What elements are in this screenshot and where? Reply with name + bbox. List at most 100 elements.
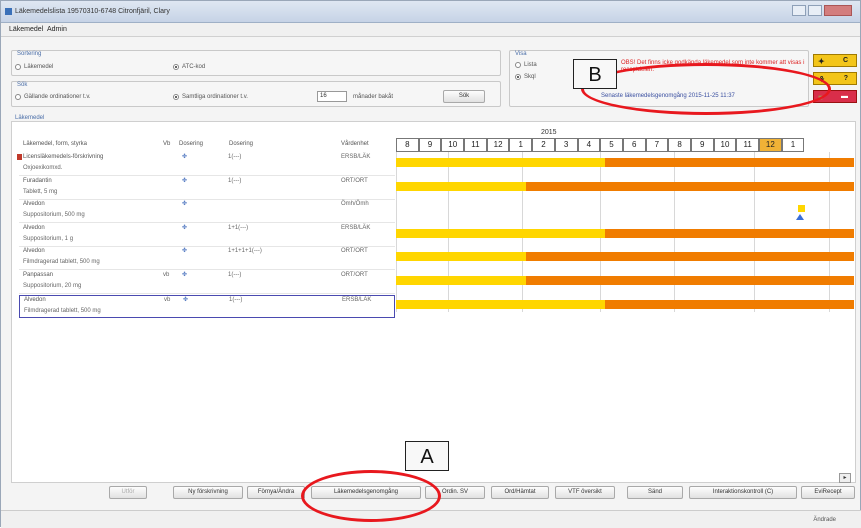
radio-lakemedel-label: Läkemedel bbox=[24, 64, 54, 70]
month-2: 10 bbox=[441, 138, 465, 152]
toolbar-button-7[interactable]: Sänd bbox=[627, 486, 683, 499]
callout-ellipse-a bbox=[301, 470, 441, 522]
prescription-bar-past[interactable] bbox=[396, 299, 606, 309]
timeline-track[interactable] bbox=[396, 299, 854, 309]
info-icon[interactable]: ✤ bbox=[183, 296, 188, 303]
medication-name: Alvedon bbox=[23, 248, 45, 255]
month-1: 9 bbox=[418, 138, 442, 152]
prescription-bar-current[interactable] bbox=[525, 252, 854, 262]
timeline-marker bbox=[798, 205, 805, 212]
prescription-bar-past[interactable] bbox=[396, 181, 526, 191]
prescription-bar-current[interactable] bbox=[605, 299, 854, 309]
medication-name: Licensläkemedels-förskrivning bbox=[23, 154, 104, 160]
col-header-dosering-2[interactable]: Dosering bbox=[229, 141, 253, 147]
medication-form: Filmdragerad tablett, 500 mg bbox=[23, 259, 100, 266]
info-icon[interactable]: ✤ bbox=[182, 247, 187, 254]
medication-name: Alvedon bbox=[23, 201, 45, 208]
prescription-bar-past[interactable] bbox=[396, 252, 526, 262]
info-icon[interactable]: ✤ bbox=[182, 153, 187, 160]
timeline-track[interactable] bbox=[396, 252, 854, 262]
medication-vb: vb bbox=[163, 272, 170, 278]
prescription-bar-current[interactable] bbox=[605, 228, 854, 238]
scroll-right-button[interactable]: ▸ bbox=[839, 473, 851, 483]
info-icon[interactable]: ✤ bbox=[182, 200, 187, 207]
callout-b: B bbox=[573, 59, 617, 89]
toolbar-button-8[interactable]: Interaktionskontroll (C) bbox=[689, 486, 797, 499]
medication-dose: 1(---) bbox=[228, 177, 242, 184]
timeline-track[interactable] bbox=[396, 181, 854, 191]
maximize-button[interactable] bbox=[808, 5, 822, 16]
month-14: 10 bbox=[713, 138, 737, 152]
sortering-group bbox=[11, 50, 501, 76]
sortering-label: Sortering bbox=[17, 51, 42, 57]
toolbar-button-1[interactable]: Ny förskrivning bbox=[173, 486, 243, 499]
radio-gallande-label: Gällande ordinationer t.v. bbox=[24, 94, 91, 100]
timeline-track[interactable] bbox=[396, 276, 854, 285]
menu-admin[interactable]: Admin bbox=[47, 26, 67, 33]
toolbar-button-9[interactable]: EviRecept bbox=[801, 486, 855, 499]
medication-row[interactable]: Alvedon Suppositorium, 500 mg Ömh/Ömh ✤ bbox=[19, 200, 395, 224]
months-back-input[interactable]: 16 bbox=[317, 91, 347, 102]
callout-a: A bbox=[405, 441, 449, 471]
title-bar: Läkemedelslista 19570310-6748 Citronfjär… bbox=[1, 1, 860, 23]
pills-icon: ✦ bbox=[818, 57, 825, 66]
prescription-bar-current[interactable] bbox=[525, 276, 854, 285]
prescription-bar-current[interactable] bbox=[605, 158, 854, 167]
months-back-label: månader bakåt bbox=[353, 94, 394, 100]
prescription-bar-past[interactable] bbox=[396, 158, 606, 167]
medication-name: Panpassan bbox=[23, 272, 54, 278]
info-icon[interactable]: ✤ bbox=[182, 177, 187, 184]
radio-skql[interactable] bbox=[515, 74, 521, 80]
radio-lakemedel[interactable] bbox=[15, 64, 21, 70]
medication-form: Suppositorium, 1 g bbox=[23, 235, 74, 242]
medication-row[interactable]: Panpassan Suppositorium, 20 mg vb 1(---) ORT… bbox=[19, 271, 395, 294]
medication-form: Suppositorium, 500 mg bbox=[23, 212, 85, 219]
medication-dose: 1+1+1+1(---) bbox=[228, 248, 262, 255]
prescription-bar-past[interactable] bbox=[396, 228, 606, 238]
radio-lista[interactable] bbox=[515, 62, 521, 68]
month-9: 5 bbox=[600, 138, 623, 152]
medication-row[interactable]: Alvedon Suppositorium, 1 g 1+1(---) ERSB/LÄ… bbox=[19, 224, 395, 247]
prescription-bar-past[interactable] bbox=[396, 276, 526, 285]
callout-ellipse-b bbox=[581, 63, 831, 115]
menu-bar: Läkemedel Admin bbox=[1, 23, 860, 37]
col-header-medication[interactable]: Läkemedel, form, styrka bbox=[23, 141, 87, 147]
medication-unit: ORT/ORT bbox=[341, 248, 368, 255]
radio-gallande[interactable] bbox=[15, 94, 21, 100]
medication-row[interactable]: Furadantin Tablett, 5 mg 1(---) ORT/ORT ✤ bbox=[19, 177, 395, 200]
medication-name: Alvedon bbox=[23, 224, 45, 231]
medication-row[interactable]: Alvedon Filmdragerad tablett, 500 mg vb 1(-… bbox=[19, 294, 395, 318]
month-10: 6 bbox=[622, 138, 646, 152]
radio-atc-kod-label: ATC-kod bbox=[182, 64, 206, 70]
month-3: 11 bbox=[464, 138, 487, 152]
app-icon bbox=[5, 8, 12, 15]
radio-samtliga[interactable] bbox=[173, 94, 179, 100]
medication-form: Suppositorium, 20 mg bbox=[23, 283, 82, 289]
month-16: 12 bbox=[759, 138, 782, 152]
menu-lakemedel[interactable]: Läkemedel bbox=[9, 26, 43, 33]
medication-unit: ORT/ORT bbox=[341, 272, 368, 278]
month-0: 8 bbox=[396, 138, 419, 152]
col-header-dosering-1[interactable]: Dosering bbox=[179, 141, 203, 147]
prescription-bar-current[interactable] bbox=[525, 181, 854, 191]
toolbar-button-6[interactable]: VTF översikt bbox=[555, 486, 615, 499]
month-7: 3 bbox=[554, 138, 578, 152]
medication-row[interactable]: Licensläkemedels-förskrivning Oxjoexikomx… bbox=[17, 153, 395, 176]
pills-button[interactable]: ✦ C bbox=[813, 54, 857, 67]
info-icon[interactable]: ✤ bbox=[182, 271, 187, 278]
col-header-vardenhet[interactable]: Vårdenhet bbox=[341, 141, 369, 147]
medication-row[interactable]: Alvedon Filmdragerad tablett, 500 mg 1+1+1… bbox=[19, 247, 395, 271]
search-button[interactable]: Sök bbox=[443, 90, 485, 103]
toolbar-button-2[interactable]: Förnya/Ändra bbox=[247, 486, 305, 499]
toolbar-button-5[interactable]: Ord/Hämtat bbox=[491, 486, 549, 499]
status-bar: Ändrade bbox=[1, 510, 861, 528]
timeline-track[interactable] bbox=[396, 158, 854, 167]
toolbar-button-0[interactable]: Utför bbox=[109, 486, 147, 499]
radio-atc-kod[interactable] bbox=[173, 64, 179, 70]
col-header-vb[interactable]: Vb bbox=[163, 141, 170, 147]
info-icon[interactable]: ✤ bbox=[182, 224, 187, 231]
medication-form: Filmdragerad tablett, 500 mg bbox=[24, 307, 101, 314]
close-button[interactable] bbox=[824, 5, 852, 16]
minimize-button[interactable] bbox=[792, 5, 806, 16]
timeline-track[interactable] bbox=[396, 228, 854, 238]
